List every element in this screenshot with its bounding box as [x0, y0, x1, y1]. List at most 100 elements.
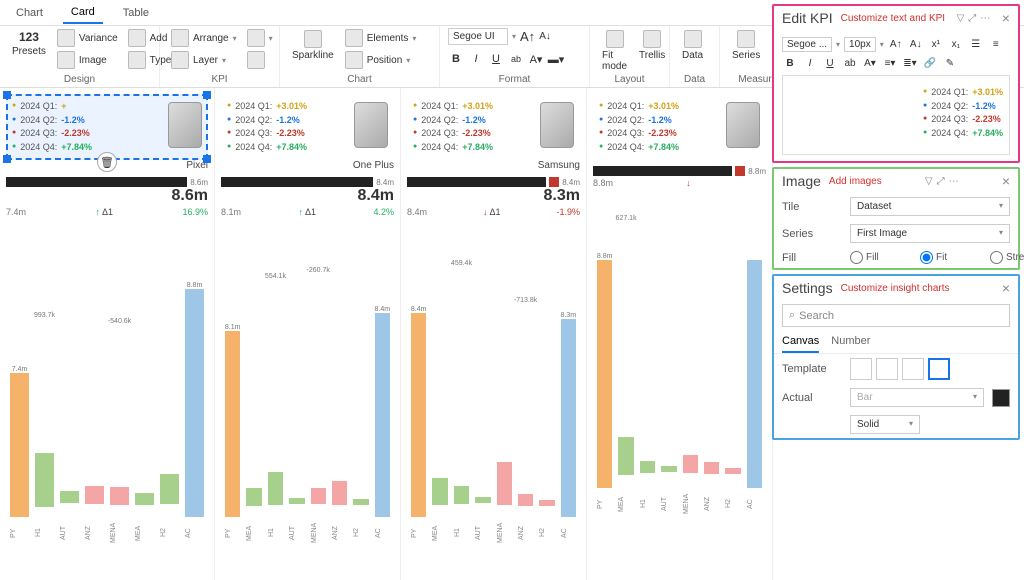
- panel-edit-kpi: Edit KPI Customize text and KPI ▽⤢⋯ × Se…: [772, 4, 1020, 163]
- card-0[interactable]: 2024 Q1: +2024 Q2: -1.2%2024 Q3: -2.23%2…: [0, 88, 215, 580]
- sparkline-button[interactable]: Sparkline: [288, 28, 338, 63]
- distribute-button[interactable]: [244, 50, 276, 70]
- superscript-icon[interactable]: x¹: [928, 36, 944, 52]
- filter-icon[interactable]: ▽: [957, 13, 965, 24]
- fill-radio[interactable]: Fill: [850, 251, 910, 264]
- bullet-list-icon[interactable]: ☰: [968, 36, 984, 52]
- card-3[interactable]: 2024 Q1: +3.01%2024 Q2: -1.2%2024 Q3: -2…: [587, 88, 773, 580]
- panel-settings: Settings Customize insight charts × ⌕Sea…: [772, 274, 1020, 440]
- kpi-bold-button[interactable]: B: [782, 55, 798, 71]
- actual-style-select[interactable]: Solid▾: [850, 415, 920, 434]
- card-1[interactable]: 2024 Q1: +3.01%2024 Q2: -1.2%2024 Q3: -2…: [215, 88, 401, 580]
- x-label: PY: [10, 521, 29, 545]
- template-label: Template: [782, 363, 842, 375]
- kpi-link-icon[interactable]: 🔗: [922, 55, 938, 71]
- kpi-preview-item: 2024 Q2: -1.2%: [923, 100, 1003, 114]
- highlight-button[interactable]: ▬▾: [548, 51, 564, 67]
- kpi-font-color-button[interactable]: A▾: [862, 55, 878, 71]
- close-icon[interactable]: ×: [1002, 10, 1010, 26]
- align-button[interactable]: ▾: [244, 28, 276, 48]
- fitmode-button[interactable]: Fit mode: [598, 28, 631, 74]
- stretch-radio[interactable]: Stretch: [990, 251, 1024, 264]
- delete-icon[interactable]: 🗑: [97, 152, 117, 172]
- x-label: MENA: [683, 492, 698, 516]
- arrange-button[interactable]: Arrange▾: [168, 28, 240, 48]
- italic-button[interactable]: I: [468, 51, 484, 67]
- font-color-button[interactable]: A▾: [528, 51, 544, 67]
- font-increase-icon[interactable]: A↑: [888, 36, 904, 52]
- layout-group-label: Layout: [598, 74, 661, 85]
- image-button[interactable]: Image: [54, 50, 121, 70]
- template-option-3[interactable]: [902, 358, 924, 380]
- x-label: ANZ: [85, 521, 104, 545]
- expand-icon[interactable]: ⤢: [937, 176, 945, 187]
- chart-bar: [747, 218, 762, 488]
- kpi-underline-button[interactable]: U: [822, 55, 838, 71]
- x-label: H2: [353, 521, 368, 545]
- chart-bar: -540.6k: [110, 247, 129, 517]
- chart-bar: [353, 247, 368, 517]
- close-icon[interactable]: ×: [1002, 280, 1010, 296]
- x-label: H2: [725, 492, 740, 516]
- tab-canvas[interactable]: Canvas: [782, 331, 819, 353]
- card-2[interactable]: 2024 Q1: +3.01%2024 Q2: -1.2%2024 Q3: -2…: [401, 88, 587, 580]
- tab-number[interactable]: Number: [831, 331, 870, 353]
- kpi-preview[interactable]: 2024 Q1: +3.01%2024 Q2: -1.2%2024 Q3: -2…: [782, 75, 1010, 155]
- template-option-2[interactable]: [876, 358, 898, 380]
- chart-bar: 627.1k: [618, 218, 633, 488]
- data-button[interactable]: Data: [678, 28, 707, 63]
- subscript-icon[interactable]: x₁: [948, 36, 964, 52]
- kpi-strike-button[interactable]: ab: [842, 55, 858, 71]
- expand-icon[interactable]: ⤢: [968, 13, 976, 24]
- position-button[interactable]: Position▾: [342, 50, 420, 70]
- decrease-font-icon[interactable]: A↓: [539, 31, 551, 42]
- kpi-eyedropper-icon[interactable]: ✎: [942, 55, 958, 71]
- underline-button[interactable]: U: [488, 51, 504, 67]
- tab-card[interactable]: Card: [63, 2, 103, 24]
- kpi-italic-button[interactable]: I: [802, 55, 818, 71]
- actual-color-swatch[interactable]: [992, 389, 1010, 407]
- kpi-preview-item: 2024 Q1: +3.01%: [923, 86, 1003, 100]
- layer-button[interactable]: Layer▾: [168, 50, 240, 70]
- series-button[interactable]: Series: [728, 28, 764, 63]
- bold-button[interactable]: B: [448, 51, 464, 67]
- chart-bar: [135, 247, 154, 517]
- tab-chart[interactable]: Chart: [8, 3, 51, 23]
- kpi-font-select[interactable]: Segoe ...: [782, 37, 832, 52]
- actual-type-select[interactable]: Bar▾: [850, 388, 984, 407]
- elements-button[interactable]: Elements▾: [342, 28, 420, 48]
- number-list-icon[interactable]: ≡: [988, 36, 1004, 52]
- tab-table[interactable]: Table: [115, 3, 157, 23]
- more-icon[interactable]: ⋯: [980, 13, 990, 24]
- trellis-button[interactable]: Trellis: [635, 28, 669, 63]
- template-option-1[interactable]: [850, 358, 872, 380]
- presets-button[interactable]: 123Presets: [8, 28, 50, 59]
- more-icon[interactable]: ⋯: [949, 176, 959, 187]
- filter-icon[interactable]: ▽: [925, 176, 933, 187]
- x-label: AUT: [60, 521, 79, 545]
- settings-search[interactable]: ⌕Search: [782, 304, 1010, 327]
- x-label: H1: [268, 521, 283, 545]
- chart-bar: 8.1m: [225, 247, 240, 517]
- tile-select[interactable]: Dataset ▾: [850, 197, 1010, 216]
- card-title: One Plus: [221, 160, 394, 171]
- increase-font-icon[interactable]: A↑: [520, 29, 535, 44]
- kpi-align-button[interactable]: ≡▾: [882, 55, 898, 71]
- variance-button[interactable]: Variance: [54, 28, 121, 48]
- series-select[interactable]: First Image ▾: [850, 224, 1010, 243]
- kpi-size-select[interactable]: 10px: [844, 37, 876, 52]
- panel-image-hint: Add images: [829, 176, 882, 187]
- fit-radio[interactable]: Fit: [920, 251, 980, 264]
- strike-button[interactable]: ab: [508, 51, 524, 67]
- summary-bar: [221, 177, 373, 187]
- font-decrease-icon[interactable]: A↓: [908, 36, 924, 52]
- chart-bar: [85, 247, 104, 517]
- close-icon[interactable]: ×: [1002, 173, 1010, 189]
- x-label: AC: [561, 521, 576, 545]
- font-family-select[interactable]: Segoe UI: [448, 28, 508, 45]
- chart-bar: [332, 247, 347, 517]
- x-label: PY: [411, 521, 426, 545]
- kpi-lineheight-button[interactable]: ≣▾: [902, 55, 918, 71]
- card-big-value: 8.3m: [407, 187, 580, 205]
- template-option-4[interactable]: [928, 358, 950, 380]
